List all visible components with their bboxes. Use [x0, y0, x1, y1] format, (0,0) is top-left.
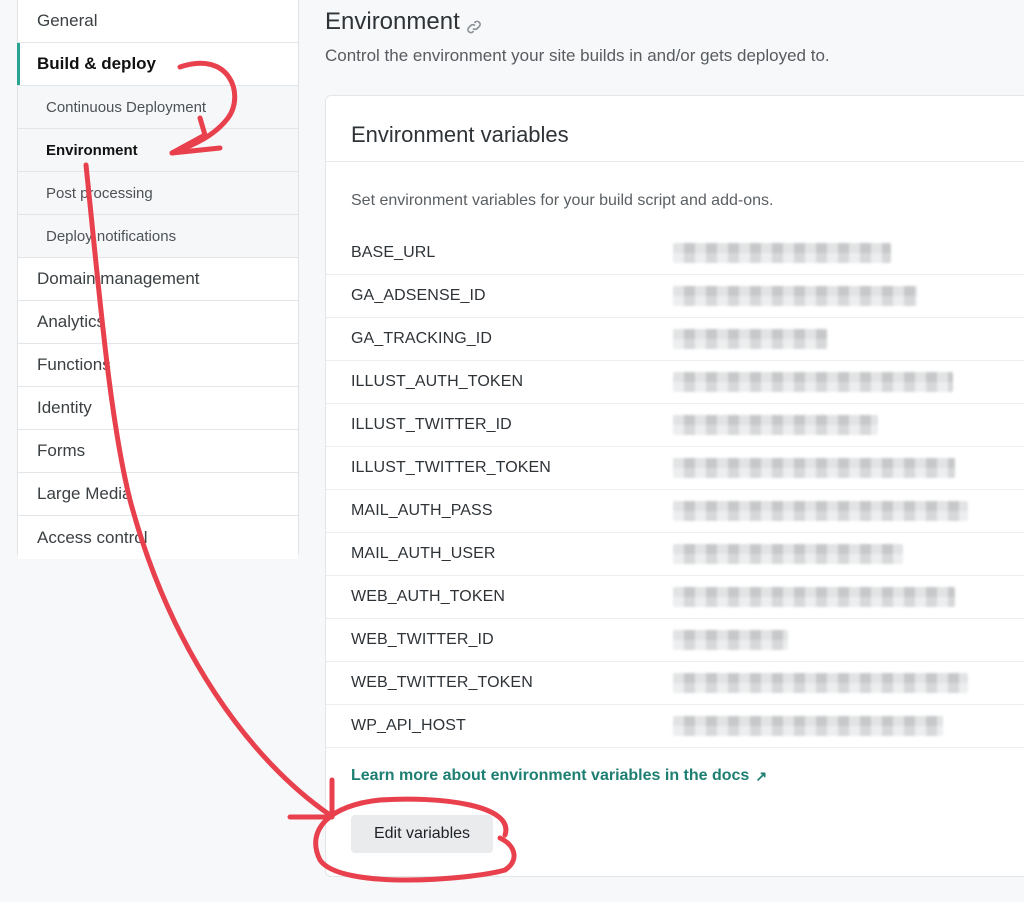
sidebar-item-build-deploy[interactable]: Build & deploy [17, 43, 298, 86]
sidebar-item-forms[interactable]: Forms [18, 430, 298, 473]
variable-key: ILLUST_TWITTER_TOKEN [351, 459, 551, 476]
sidebar-item-functions[interactable]: Functions [18, 344, 298, 387]
sidebar-subitem-environment[interactable]: Environment [18, 129, 298, 172]
variable-key: MAIL_AUTH_USER [351, 545, 496, 562]
variable-key: ILLUST_AUTH_TOKEN [351, 373, 524, 390]
edit-variables-button[interactable]: Edit variables [351, 815, 493, 853]
sidebar-item-analytics[interactable]: Analytics [18, 301, 298, 344]
sidebar-item-identity[interactable]: Identity [18, 387, 298, 430]
sidebar-item-label: Domain management [37, 269, 200, 288]
variable-row: ILLUST_AUTH_TOKEN [326, 361, 1024, 404]
variable-value-redacted [673, 372, 953, 392]
sidebar-subitem-continuous-deployment[interactable]: Continuous Deployment [18, 86, 298, 129]
variable-value-redacted [673, 501, 968, 521]
variable-value-redacted [673, 243, 891, 263]
variable-row: WP_API_HOST [326, 705, 1024, 748]
page-title: Environment [325, 8, 482, 36]
sidebar-subitem-label: Deploy notifications [46, 227, 177, 245]
sidebar-item-label: Access control [37, 527, 148, 547]
variable-value-redacted [673, 286, 917, 306]
sidebar-item-label: Build & deploy [37, 54, 156, 73]
sidebar-subitem-deploy-notifications[interactable]: Deploy notifications [18, 215, 298, 258]
link-icon[interactable] [466, 14, 482, 34]
variable-value-redacted [673, 716, 943, 736]
variable-row: BASE_URL [326, 232, 1024, 275]
variable-row: GA_ADSENSE_ID [326, 275, 1024, 318]
variable-key: GA_ADSENSE_ID [351, 287, 486, 304]
page-title-text: Environment [325, 8, 460, 35]
variable-row: GA_TRACKING_ID [326, 318, 1024, 361]
variable-row: ILLUST_TWITTER_ID [326, 404, 1024, 447]
sidebar-item-label: Large Media [37, 484, 132, 503]
sidebar-item-label: Identity [37, 398, 92, 417]
variable-value-redacted [673, 673, 968, 693]
variable-row: MAIL_AUTH_USER [326, 533, 1024, 576]
divider [326, 161, 1024, 162]
card-title: Environment variables [351, 122, 569, 147]
variable-value-redacted [673, 587, 955, 607]
variable-key: WEB_TWITTER_TOKEN [351, 674, 533, 691]
sidebar-item-domain-management[interactable]: Domain management [18, 258, 298, 301]
sidebar-item-general[interactable]: General [18, 0, 298, 43]
settings-sidebar: General Build & deploy Continuous Deploy… [17, 0, 299, 559]
sidebar-item-label: Forms [37, 441, 86, 460]
variable-value-redacted [673, 544, 903, 564]
variable-key: BASE_URL [351, 244, 436, 261]
variable-key: WEB_AUTH_TOKEN [351, 588, 506, 605]
sidebar-subitem-label: Environment [46, 141, 138, 159]
variable-list: BASE_URL GA_ADSENSE_ID GA_TRACKING_ID IL… [326, 232, 1024, 748]
sidebar-item-label: Functions [37, 355, 111, 374]
variable-key: MAIL_AUTH_PASS [351, 502, 493, 519]
variable-key: WEB_TWITTER_ID [351, 631, 494, 648]
variable-value-redacted [673, 630, 788, 650]
sidebar-subitem-label: Post processing [46, 184, 153, 202]
variable-value-redacted [673, 415, 878, 435]
variable-row: MAIL_AUTH_PASS [326, 490, 1024, 533]
sidebar-item-label: Analytics [37, 312, 106, 331]
card-description: Set environment variables for your build… [351, 192, 774, 209]
docs-link[interactable]: Learn more about environment variables i… [351, 767, 767, 785]
environment-variables-card: Environment variables Set environment va… [325, 95, 1024, 877]
variable-key: GA_TRACKING_ID [351, 330, 492, 347]
sidebar-item-large-media[interactable]: Large Media [18, 473, 298, 516]
variable-value-redacted [673, 458, 955, 478]
arrow-up-right-icon: ↗ [755, 767, 768, 784]
variable-row: ILLUST_TWITTER_TOKEN [326, 447, 1024, 490]
sidebar-item-access-control[interactable]: Access control [18, 516, 298, 559]
variable-row: WEB_TWITTER_ID [326, 619, 1024, 662]
variable-row: WEB_AUTH_TOKEN [326, 576, 1024, 619]
variable-key: ILLUST_TWITTER_ID [351, 416, 512, 433]
variable-row: WEB_TWITTER_TOKEN [326, 662, 1024, 705]
docs-link-label: Learn more about environment variables i… [351, 767, 750, 784]
sidebar-subitem-post-processing[interactable]: Post processing [18, 172, 298, 215]
variable-value-redacted [673, 329, 827, 349]
page-description: Control the environment your site builds… [325, 46, 830, 65]
sidebar-item-label: General [37, 11, 98, 30]
variable-key: WP_API_HOST [351, 717, 466, 734]
sidebar-subitem-label: Continuous Deployment [46, 98, 207, 116]
